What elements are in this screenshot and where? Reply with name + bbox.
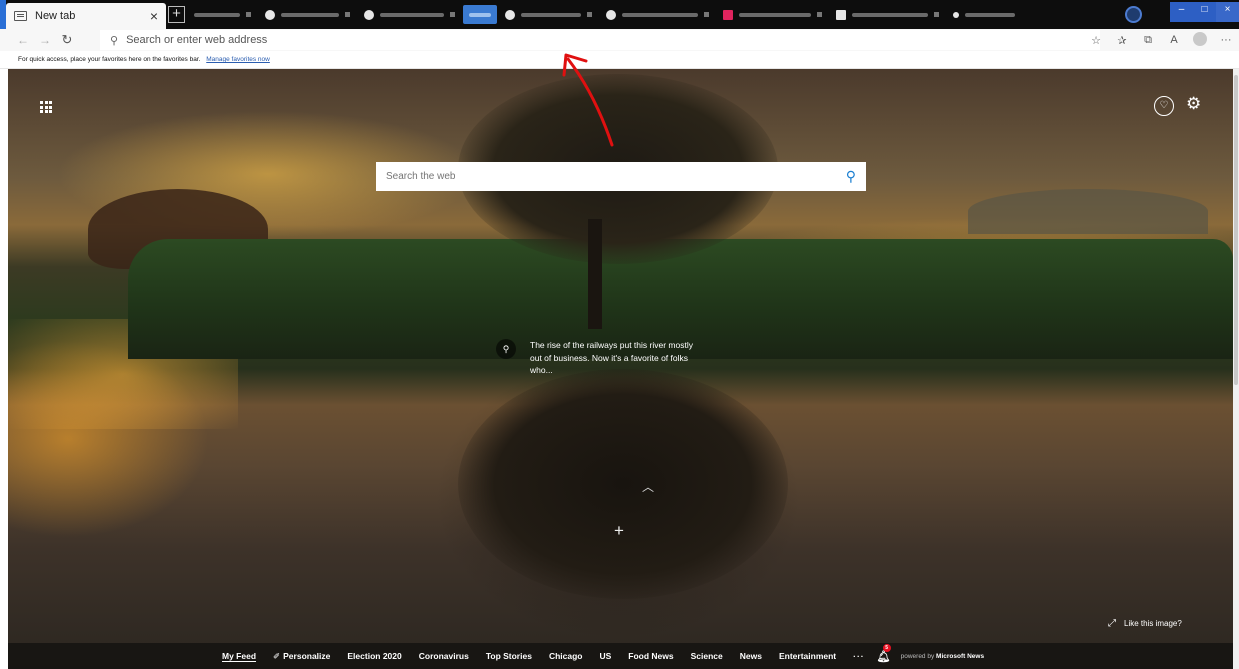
address-placeholder: Search or enter web address: [126, 34, 268, 46]
read-aloud-icon[interactable]: A: [1161, 34, 1187, 46]
apps-launcher-icon[interactable]: [40, 101, 52, 113]
star-icon[interactable]: ☆: [1083, 34, 1109, 47]
collections-icon[interactable]: ⧉: [1135, 34, 1161, 47]
scrollbar-thumb[interactable]: [1234, 75, 1238, 385]
profile-icon[interactable]: [1187, 31, 1213, 49]
like-image-label: Like this image?: [1124, 619, 1182, 628]
tab-actions-icon[interactable]: [1125, 6, 1142, 23]
nav-item-news[interactable]: News: [740, 651, 762, 661]
image-caption-text: The rise of the railways put this river …: [530, 340, 693, 375]
nav-item-food-news[interactable]: Food News: [628, 651, 673, 661]
powered-by-brand: Microsoft News: [936, 652, 985, 660]
search-icon[interactable]: ⚲: [846, 168, 856, 185]
nav-item-chicago[interactable]: Chicago: [549, 651, 583, 661]
minimize-button[interactable]: –: [1170, 2, 1193, 22]
powered-by-prefix: powered by: [900, 652, 935, 660]
tab-close-icon[interactable]: ×: [150, 8, 158, 24]
tab-title: New tab: [35, 10, 76, 22]
background-tab[interactable]: [717, 5, 828, 24]
page-scrollbar[interactable]: [1233, 69, 1239, 669]
toolbar-right-tools: ☆ ✰ ⧉ A ···: [1083, 29, 1239, 51]
maximize-button[interactable]: □: [1193, 2, 1216, 22]
background-scenery: [458, 369, 788, 599]
window-controls: – □ ×: [1170, 2, 1239, 22]
tab-new-tab[interactable]: New tab ×: [6, 3, 166, 29]
nav-item-election-2020[interactable]: Election 2020: [347, 651, 401, 661]
annotation-arrow: [562, 53, 614, 147]
search-icon: ⚲: [110, 34, 119, 47]
expand-icon: ⤢: [1108, 618, 1116, 629]
background-tab[interactable]: [358, 5, 461, 24]
avatar: [1193, 31, 1207, 46]
nav-item-label: Personalize: [283, 650, 331, 661]
background-tab[interactable]: [600, 5, 715, 24]
background-tabs: [188, 5, 1119, 24]
nav-item-science[interactable]: Science: [691, 651, 723, 661]
manage-favorites-link[interactable]: Manage favorites now: [206, 56, 270, 63]
background-tab[interactable]: [259, 5, 356, 24]
gear-icon[interactable]: ⚙: [1186, 94, 1201, 114]
news-navigation: My Feed ✐ Personalize Election 2020 Coron…: [8, 643, 1233, 669]
background-scenery: [968, 189, 1208, 234]
notification-badge: 5: [882, 643, 891, 652]
bell-icon[interactable]: 🔔︎ 5: [877, 643, 891, 663]
pencil-icon: ✐: [273, 650, 281, 661]
powered-by: powered by Microsoft News: [901, 653, 984, 660]
web-search-input[interactable]: [386, 171, 846, 182]
search-icon: ⚲: [496, 339, 516, 359]
more-nav-button[interactable]: ···: [853, 651, 865, 661]
forward-button[interactable]: →: [34, 33, 56, 47]
nav-item-coronavirus[interactable]: Coronavirus: [419, 651, 469, 661]
background-tab[interactable]: [463, 5, 497, 24]
new-tab-button[interactable]: +: [168, 6, 185, 23]
refresh-button[interactable]: ↻: [56, 32, 78, 48]
background-tab[interactable]: [499, 5, 598, 24]
favorites-icon[interactable]: ✰: [1109, 34, 1135, 47]
more-icon[interactable]: ···: [1213, 34, 1239, 46]
background-tab[interactable]: [188, 5, 257, 24]
background-tab[interactable]: [830, 5, 945, 24]
rewards-icon[interactable]: ♡: [1154, 96, 1174, 116]
nav-item-top-stories[interactable]: Top Stories: [486, 651, 532, 661]
background-scenery: [588, 219, 602, 329]
image-caption[interactable]: ⚲ The rise of the railways put this rive…: [496, 339, 706, 377]
page-left-gutter: [0, 69, 8, 669]
nav-item-my-feed[interactable]: My Feed: [222, 651, 256, 661]
nav-item-entertainment[interactable]: Entertainment: [779, 651, 836, 661]
back-button[interactable]: ←: [12, 33, 34, 47]
chevron-up-icon[interactable]: ︿: [642, 478, 654, 495]
favorites-bar-message: For quick access, place your favorites h…: [18, 56, 201, 63]
background-tab[interactable]: [947, 5, 1021, 24]
nav-item-us[interactable]: US: [599, 651, 611, 661]
like-image-button[interactable]: ⤢ Like this image?: [1108, 618, 1182, 629]
close-window-button[interactable]: ×: [1216, 2, 1239, 22]
new-tab-page: ♡ ⚙ ⚲ ⚲ The rise of the railways put thi…: [8, 69, 1233, 669]
web-search-box[interactable]: ⚲: [376, 162, 866, 191]
tab-strip: New tab × + – □ ×: [0, 0, 1239, 29]
nav-item-personalize[interactable]: ✐ Personalize: [273, 651, 330, 662]
crosshair-cursor-icon: +: [614, 521, 624, 540]
newtab-page-icon: [14, 11, 27, 21]
